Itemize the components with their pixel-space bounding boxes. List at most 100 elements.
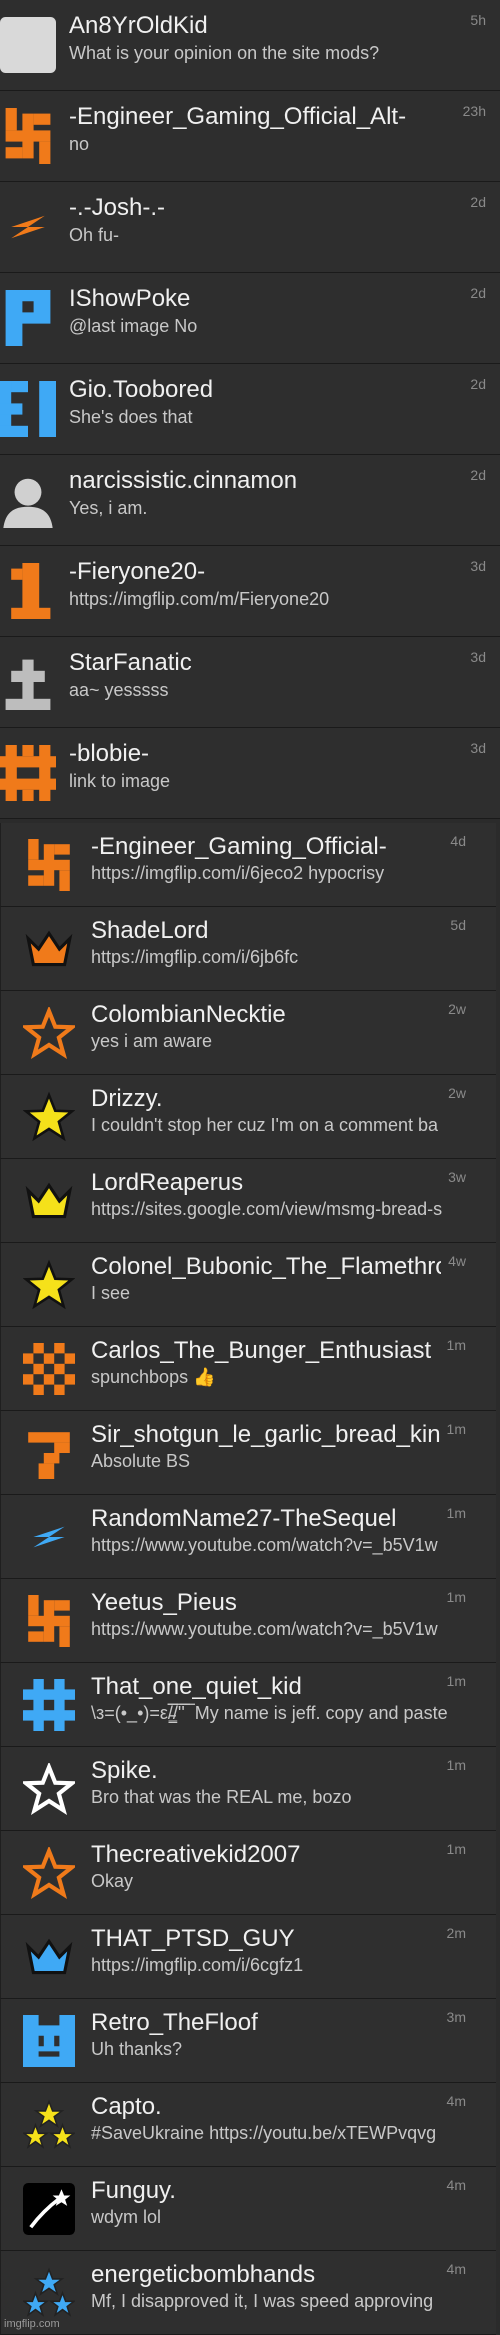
orange-pixel-swastika-icon — [0, 108, 56, 164]
message-preview: spunchbops 👍 — [91, 1367, 216, 1387]
conversation-row[interactable]: An8YrOldKid What is your opinion on the s… — [0, 0, 500, 91]
username[interactable]: -.-Josh-.- — [69, 194, 464, 222]
gray-cross-icon — [0, 654, 56, 710]
message-preview: wdym lol — [91, 2207, 162, 2227]
conversation-row[interactable]: LordReaperus https://sites.google.com/vie… — [0, 1159, 496, 1243]
username[interactable]: -Fieryone20- — [69, 558, 464, 586]
timestamp: 1m — [446, 1673, 466, 1689]
conversation-row[interactable]: energeticbombhands Mf, I disapproved it, … — [0, 2251, 496, 2335]
conversation-row[interactable]: -blobie-link to image 3d — [0, 728, 500, 819]
orange-one-glyph-icon — [0, 563, 56, 619]
yellow-star-icon — [23, 1091, 75, 1143]
username[interactable]: narcissistic.cinnamon — [69, 467, 464, 495]
username[interactable]: Retro_TheFloof — [91, 2009, 441, 2037]
timestamp: 1m — [446, 1589, 466, 1605]
timestamp: 2d — [470, 285, 486, 301]
timestamp: 4w — [448, 1253, 466, 1269]
message-preview: I see — [91, 1283, 131, 1303]
username[interactable]: ColombianNecktie — [91, 1001, 441, 1029]
conversation-row[interactable]: That_one_quiet_kid \з=(•_•)=ε/̵͇̿̿/'̿'̿ ̿… — [0, 1663, 496, 1747]
username[interactable]: Drizzy. — [91, 1085, 441, 1113]
orange-star-outline-icon — [23, 1007, 75, 1059]
conversation-row[interactable]: narcissistic.cinnamon Yes, i am. 2d — [0, 455, 500, 546]
username[interactable]: -blobie- — [69, 740, 464, 768]
username[interactable]: -Engineer_Gaming_Official- — [91, 833, 441, 861]
blue-bolt-icon — [23, 1511, 75, 1563]
message-preview: Okay — [91, 1871, 134, 1891]
orange-crown-icon — [23, 923, 75, 975]
username[interactable]: THAT_PTSD_GUY — [91, 1925, 441, 1953]
conversation-row[interactable]: RandomName27-TheSequel https://www.youtub… — [0, 1495, 496, 1579]
username[interactable]: Capto. — [91, 2093, 441, 2121]
username[interactable]: Carlos_The_Bunger_Enthusiast — [91, 1337, 441, 1365]
timestamp: 1m — [446, 1421, 466, 1437]
username[interactable]: RandomName27-TheSequel — [91, 1505, 441, 1533]
conversation-row[interactable]: Thecreativekid2007 Okay 1m — [0, 1831, 496, 1915]
conversation-row[interactable]: Retro_TheFloof Uh thanks? 3m — [0, 1999, 496, 2083]
blank-gray-icon — [0, 17, 56, 73]
blue-ei-glyph-icon — [0, 381, 56, 437]
conversation-row[interactable]: -Engineer_Gaming_Official_Alt-no 23h — [0, 91, 500, 182]
conversation-row[interactable]: -Fieryone20- https://imgflip.com/m/Fieryo… — [0, 546, 500, 637]
blue-hash-icon — [23, 1679, 75, 1731]
message-preview: What is your opinion on the site mods? — [69, 43, 380, 63]
timestamp: 4m — [446, 2261, 466, 2277]
conversation-row[interactable]: IShowPoke @last image No 2d — [0, 273, 500, 364]
message-preview: https://imgflip.com/i/6cgfz1 — [91, 1955, 304, 1975]
username[interactable]: Gio.Toobored — [69, 376, 464, 404]
timestamp: 1m — [446, 1337, 466, 1353]
conversation-row[interactable]: -Engineer_Gaming_Official-https://imgfli… — [0, 823, 496, 907]
conversation-row[interactable]: ColombianNecktie yes i am aware 2w — [0, 991, 496, 1075]
timestamp: 2w — [448, 1001, 466, 1017]
timestamp: 2d — [470, 194, 486, 210]
orange-checker-icon — [23, 1343, 75, 1395]
conversation-row[interactable]: Yeetus_Pieus https://www.youtube.com/watc… — [0, 1579, 496, 1663]
conversation-row[interactable]: Capto. #SaveUkraine https://youtu.be/xTEW… — [0, 2083, 496, 2167]
message-preview: no — [69, 134, 90, 154]
conversation-row[interactable]: THAT_PTSD_GUY https://imgflip.com/i/6cgfz… — [0, 1915, 496, 1999]
conversation-row[interactable]: Colonel_Bubonic_The_FlamethrowerI see 4w — [0, 1243, 496, 1327]
timestamp: 5h — [470, 12, 486, 28]
username[interactable]: Sir_shotgun_le_garlic_bread_king — [91, 1421, 441, 1449]
username[interactable]: Colonel_Bubonic_The_Flamethrower — [91, 1253, 441, 1281]
message-preview: aa~ yesssss — [69, 680, 169, 700]
conversation-row[interactable]: Spike. Bro that was the REAL me, bozo 1m — [0, 1747, 496, 1831]
message-preview: https://sites.google.com/view/msmg-bread… — [91, 1199, 443, 1219]
conversation-row[interactable]: Funguy. wdym lol 4m — [0, 2167, 496, 2251]
timestamp: 3d — [470, 558, 486, 574]
conversation-row[interactable]: Drizzy. I couldn't stop her cuz I'm on a … — [0, 1075, 496, 1159]
yellow-star-icon — [23, 1259, 75, 1311]
message-preview: \з=(•_•)=ε/̵͇̿̿/'̿'̿ ̿ My name is jeff. … — [91, 1703, 448, 1723]
orange-pixel-swastika-icon — [23, 1595, 75, 1647]
timestamp: 3w — [448, 1169, 466, 1185]
username[interactable]: An8YrOldKid — [69, 12, 464, 40]
conversation-row[interactable]: Carlos_The_Bunger_Enthusiast spunchbops 👍… — [0, 1327, 496, 1411]
orange-seven-glyph-icon — [23, 1427, 75, 1479]
username[interactable]: StarFanatic — [69, 649, 464, 677]
message-preview: https://www.youtube.com/watch?v=_b5V1w — [91, 1535, 438, 1555]
conversation-row[interactable]: StarFanatic aa~ yesssss 3d — [0, 637, 500, 728]
yellow-three-stars-icon — [23, 2099, 75, 2151]
yellow-crown-icon — [23, 1175, 75, 1227]
username[interactable]: energeticbombhands — [91, 2261, 441, 2289]
conversation-row[interactable]: Gio.Toobored She's does that 2d — [0, 364, 500, 455]
message-preview: Yes, i am. — [69, 498, 148, 518]
timestamp: 2d — [470, 467, 486, 483]
white-star-outline-icon — [23, 1763, 75, 1815]
username[interactable]: Funguy. — [91, 2177, 441, 2205]
username[interactable]: That_one_quiet_kid — [91, 1673, 441, 1701]
username[interactable]: LordReaperus — [91, 1169, 441, 1197]
username[interactable]: Spike. — [91, 1757, 441, 1785]
blue-three-stars-icon — [23, 2267, 75, 2319]
timestamp: 4d — [450, 833, 466, 849]
username[interactable]: Thecreativekid2007 — [91, 1841, 441, 1869]
username[interactable]: Yeetus_Pieus — [91, 1589, 441, 1617]
conversation-row[interactable]: ShadeLord https://imgflip.com/i/6jb6fc 5d — [0, 907, 496, 991]
timestamp: 23h — [462, 103, 486, 119]
timestamp: 2m — [446, 1925, 466, 1941]
conversation-row[interactable]: Sir_shotgun_le_garlic_bread_king Absolute… — [0, 1411, 496, 1495]
username[interactable]: ShadeLord — [91, 917, 441, 945]
conversation-row[interactable]: -.-Josh-.- Oh fu- 2d — [0, 182, 500, 273]
username[interactable]: IShowPoke — [69, 285, 464, 313]
username[interactable]: -Engineer_Gaming_Official_Alt- — [69, 103, 464, 131]
